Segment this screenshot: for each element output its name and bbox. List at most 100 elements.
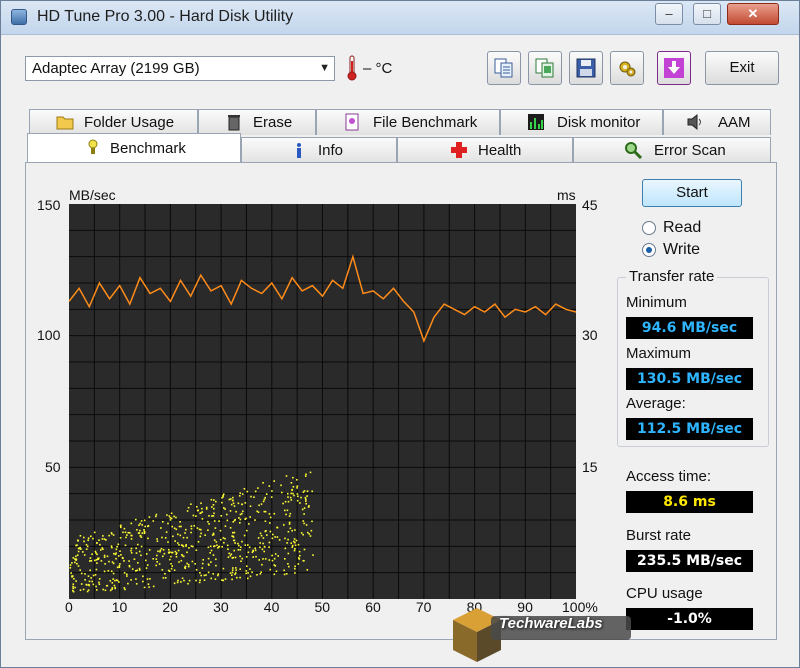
access-time-point (268, 513, 271, 515)
access-time-point (143, 529, 145, 531)
access-time-point (259, 546, 261, 549)
access-time-point (257, 487, 259, 489)
access-time-point (294, 565, 296, 568)
access-time-point (253, 496, 255, 498)
access-time-point (241, 540, 243, 543)
minimize-button[interactable]: – (655, 3, 683, 25)
access-time-point (241, 557, 243, 560)
trash-icon (228, 115, 240, 131)
access-time-point (224, 525, 227, 527)
exit-button[interactable]: Exit (705, 51, 779, 85)
tab-erase[interactable]: Erase (198, 109, 316, 135)
access-time-point (269, 522, 271, 524)
access-time-point (138, 532, 141, 534)
access-time-point (271, 490, 273, 492)
access-time-point (94, 574, 97, 576)
access-time-point (192, 545, 194, 548)
access-time-point (281, 491, 283, 494)
access-time-point (162, 521, 164, 523)
access-time-point (85, 544, 88, 546)
access-time-point (95, 552, 97, 554)
access-time-point (118, 566, 121, 569)
y-right-tick: 15 (582, 459, 598, 475)
access-time-point (231, 574, 233, 576)
tab-disk-monitor[interactable]: Disk monitor (500, 109, 663, 135)
access-time-point (186, 551, 188, 554)
access-time-point (177, 533, 179, 536)
access-time-point (286, 542, 288, 544)
radio-selected-dot (646, 247, 652, 253)
access-time-point (228, 552, 230, 555)
access-time-point (96, 542, 98, 544)
write-label[interactable]: Write (663, 241, 700, 259)
title-bar[interactable]: HD Tune Pro 3.00 - Hard Disk Utility – □… (1, 1, 799, 35)
access-time-point (135, 583, 138, 585)
benchmark-chart (69, 204, 576, 599)
access-time-point (305, 473, 307, 476)
tab-benchmark[interactable]: Benchmark (27, 133, 241, 163)
write-radio[interactable] (642, 243, 656, 257)
tab-folder-usage[interactable]: Folder Usage (29, 109, 198, 135)
tab-health[interactable]: Health (397, 137, 573, 163)
access-time-point (221, 497, 223, 499)
access-time-point (273, 557, 276, 560)
save-screenshot-button[interactable] (657, 51, 691, 85)
access-time-point (86, 590, 89, 593)
access-time-point (268, 559, 271, 561)
access-time-point (284, 558, 286, 560)
close-button[interactable]: ✕ (727, 3, 779, 25)
access-time-point (260, 534, 263, 537)
access-time-point (168, 515, 171, 517)
drive-select[interactable]: Adaptec Array (2199 GB) ▼ (25, 56, 335, 81)
access-time-point (127, 531, 130, 534)
tab-aam[interactable]: AAM (663, 109, 771, 135)
access-time-point (131, 534, 133, 537)
access-time-point (207, 520, 209, 523)
access-time-point (182, 555, 185, 558)
access-time-point (79, 535, 82, 537)
access-time-point (190, 545, 193, 547)
access-time-point (300, 496, 302, 499)
access-time-point (278, 539, 281, 541)
access-time-point (198, 581, 201, 584)
maximize-button[interactable]: □ (693, 3, 721, 25)
access-time-point (223, 541, 225, 544)
options-button[interactable] (610, 51, 644, 85)
access-time-point (146, 578, 149, 580)
access-time-point (185, 528, 187, 531)
access-time-point (301, 508, 304, 511)
access-time-point (273, 573, 276, 576)
access-time-point (130, 579, 132, 581)
access-time-point (293, 549, 296, 552)
copy-screenshot-button[interactable] (528, 51, 562, 85)
access-time-point (138, 524, 140, 526)
access-time-point (260, 571, 262, 573)
tab-error-scan[interactable]: Error Scan (573, 137, 771, 163)
access-time-point (145, 567, 148, 569)
read-label[interactable]: Read (663, 219, 701, 237)
tab-info[interactable]: Info (241, 137, 397, 163)
access-time-point (87, 539, 89, 541)
start-button[interactable]: Start (642, 179, 742, 207)
access-time-point (250, 495, 252, 498)
access-time-point (178, 561, 180, 563)
access-time-point (175, 555, 178, 558)
access-time-point (173, 569, 176, 571)
access-time-point (181, 577, 184, 580)
access-time-point (210, 498, 213, 501)
access-time-point (114, 587, 116, 590)
access-time-point (92, 574, 95, 577)
read-radio[interactable] (642, 221, 656, 235)
copy-text-button[interactable] (487, 51, 521, 85)
tab-file-benchmark[interactable]: File Benchmark (316, 109, 500, 135)
chart-grid (69, 204, 576, 599)
access-time-point (273, 564, 276, 566)
access-time-point (308, 533, 311, 535)
access-time-point (167, 522, 169, 525)
save-button[interactable] (569, 51, 603, 85)
access-time-point (112, 562, 115, 565)
access-time-point (273, 480, 275, 482)
access-time-point (240, 560, 242, 562)
access-time-point (237, 542, 239, 545)
access-time-point (208, 523, 210, 525)
